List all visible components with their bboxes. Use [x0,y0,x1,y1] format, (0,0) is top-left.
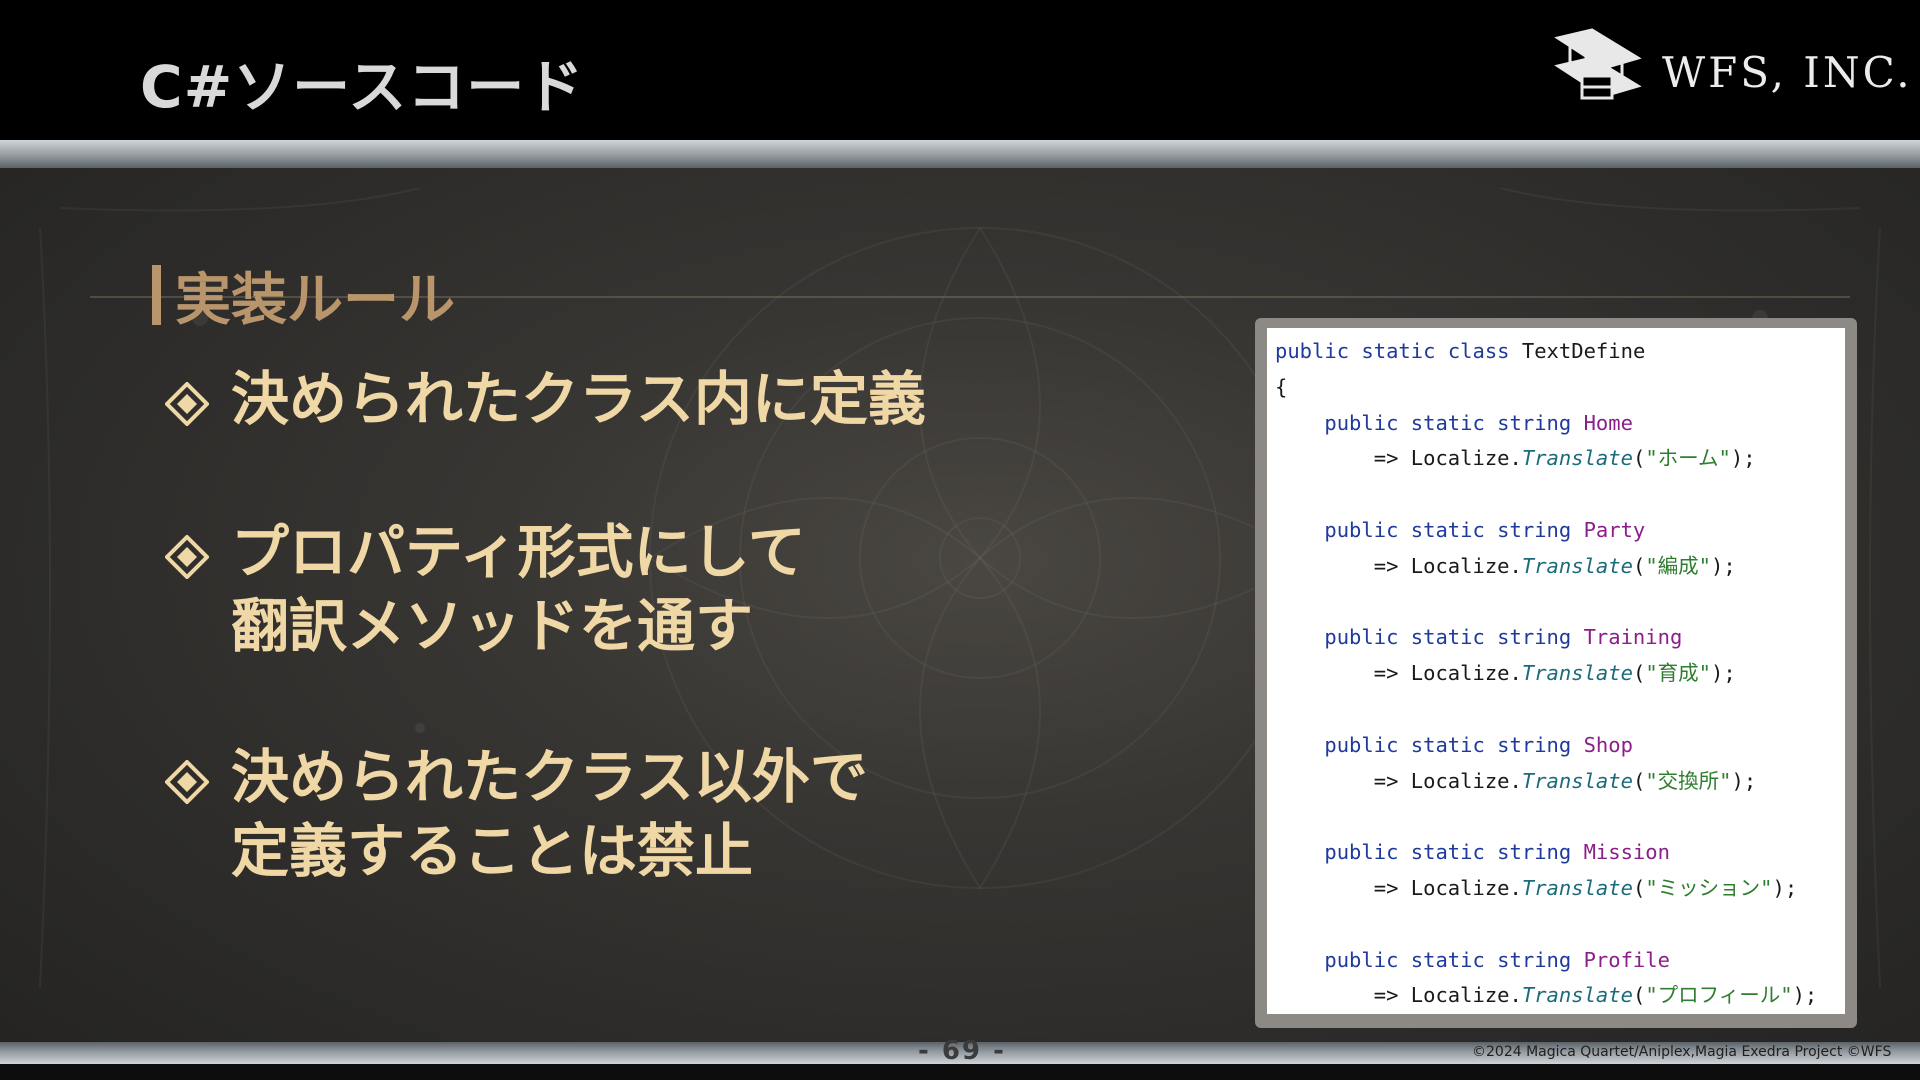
section-heading-text: 実装ルール [175,267,455,333]
diamond-bullet-icon [165,535,209,579]
page-number: - 69 - [918,1036,1006,1066]
code-line-expr: => Localize.Translate("交換所"); [1373,768,1757,793]
code-line-prop: public static string Shop [1324,732,1633,757]
code-line-prop: public static string Mission [1324,840,1670,865]
code-line-expr: => Localize.Translate("ホーム"); [1373,446,1756,471]
code-line-prop: public static string Training [1324,625,1683,650]
page-title: C#ソースコード [140,53,585,121]
code-line-expr: => Localize.Translate("ミッション"); [1373,875,1798,900]
code-line-prop: public static string Home [1324,410,1633,435]
slide-header: C#ソースコード WFS, INC. [0,0,1920,140]
bullet-item: プロパティ形式にして 翻訳メソッドを通す [165,515,806,663]
diamond-bullet-icon [165,760,209,804]
code-line-prop: public static string Party [1324,517,1646,542]
code-line-brace: { [1275,374,1288,399]
section-heading: 実装ルール [152,260,455,333]
bottom-strip [0,1064,1920,1080]
code-line-prop: public static string Profile [1324,947,1670,972]
bullet-text: 決められたクラス以外で 定義することは禁止 [231,743,868,885]
biplane-logo-icon [1554,28,1642,100]
code-line-expr: => Localize.Translate("育成"); [1373,661,1736,686]
copyright-notice: ©2024 Magica Quartet/Aniplex,Magia Exedr… [1472,1044,1892,1060]
bullet-item: 決められたクラス内に定義 [165,362,926,436]
code-frame: public static class TextDefine { public s… [1255,318,1857,1028]
bullet-text: 決められたクラス内に定義 [231,365,926,433]
code-line-expr: => Localize.Translate("編成"); [1373,553,1736,578]
heading-accent-bar [152,265,161,325]
code-line-expr: => Localize.Translate("プロフィール"); [1373,983,1818,1008]
code-panel: public static class TextDefine { public s… [1267,328,1845,1014]
diamond-bullet-icon [165,382,209,426]
bullet-item: 決められたクラス以外で 定義することは禁止 [165,740,868,888]
logo-text: WFS, INC. [1662,48,1913,97]
code-line-class-decl: public static class TextDefine [1275,339,1646,363]
company-logo: WFS, INC. [1552,28,1910,108]
bullet-text: プロパティ形式にして 翻訳メソッドを通す [231,518,806,660]
top-ornament-border [0,140,1920,168]
code-block: public static class TextDefine { public s… [1275,334,1817,1014]
